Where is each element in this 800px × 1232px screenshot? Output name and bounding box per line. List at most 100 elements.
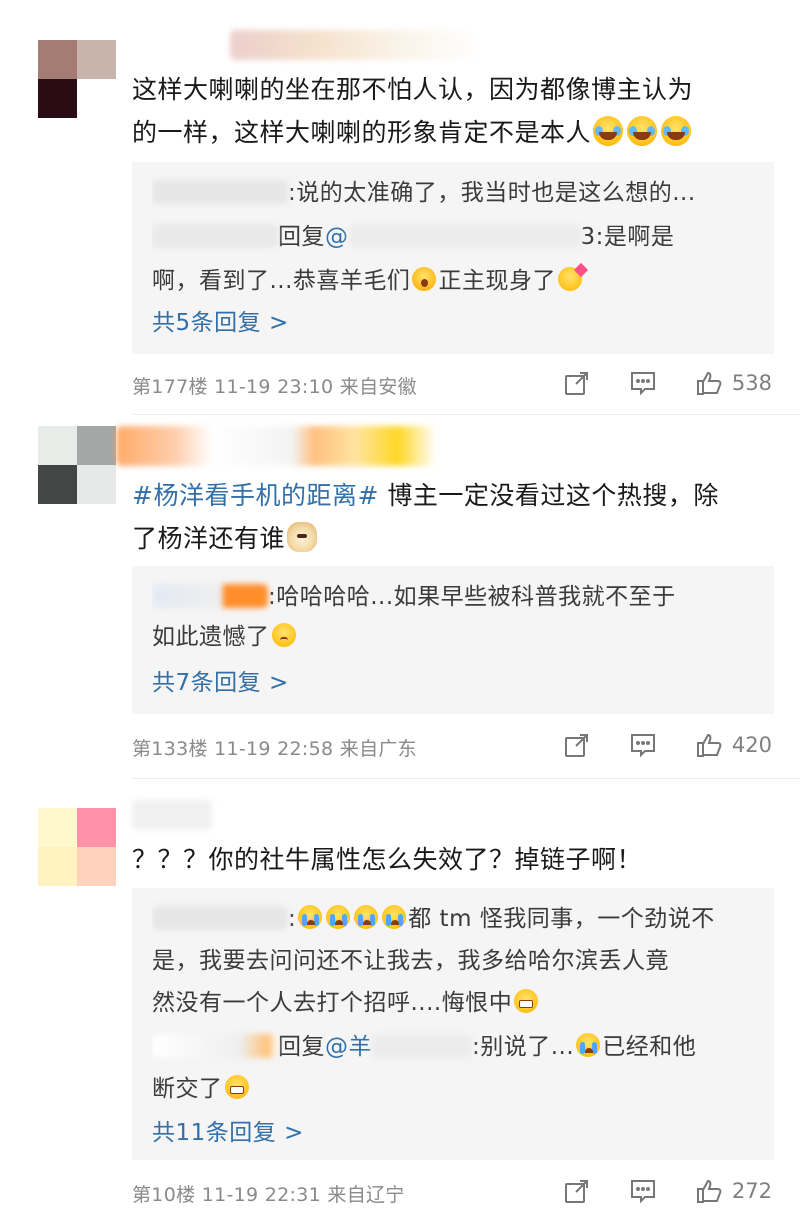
shock-emoji-icon bbox=[412, 267, 437, 291]
laugh-cry-emoji-icon bbox=[627, 116, 658, 146]
view-more-replies-link[interactable]: 共11条回复 > bbox=[152, 1112, 304, 1155]
timestamp: 11-19 23:10 bbox=[214, 376, 334, 398]
mention-link[interactable]: @ bbox=[325, 224, 349, 250]
like-count: 272 bbox=[731, 1179, 772, 1203]
comment-icon[interactable] bbox=[628, 1176, 658, 1206]
crying-emoji-icon bbox=[576, 1033, 601, 1057]
location: 来自安徽 bbox=[339, 376, 417, 398]
divider bbox=[132, 414, 800, 415]
reply-item-continued: 断交了 bbox=[152, 1068, 756, 1111]
laugh-cry-emoji-icon bbox=[593, 116, 624, 146]
reply-item[interactable]: :说的太准确了，我当时也是这么想的... bbox=[152, 172, 756, 215]
location: 来自广东 bbox=[339, 738, 417, 760]
doge-emoji-icon bbox=[287, 522, 318, 552]
reply-text: 是，我要去问问还不让我去，我多给哈尔滨丢人竟 bbox=[152, 948, 669, 974]
username-blurred[interactable] bbox=[116, 426, 436, 466]
avatar[interactable] bbox=[38, 40, 116, 118]
reply-text: 啊，看到了...恭喜羊毛们 bbox=[152, 268, 411, 294]
reply-item-continued: 啊，看到了...恭喜羊毛们 正主现身了 bbox=[152, 260, 756, 303]
reply-text: :说的太准确了，我当时也是这么想的... bbox=[288, 180, 696, 206]
reply-text: 已经和他 bbox=[602, 1034, 697, 1060]
comment-item: 这样大喇喇的坐在那不怕人认，因为都像博主认为 的一样，这样大喇喇的形象肯定不是本… bbox=[0, 0, 800, 416]
comment-item: ？？？你的社牛属性怎么失效了？掉链子啊！ : 都 tm 怪我同事，一个劲说不 是，… bbox=[0, 780, 800, 1232]
reply-username-blurred[interactable] bbox=[152, 180, 288, 204]
avatar[interactable] bbox=[38, 426, 116, 504]
action-bar: 420 bbox=[526, 730, 772, 760]
comment-item: #杨洋看手机的距离# 博主一定没看过这个热搜，除 了杨洋还有谁 :哈哈哈哈...… bbox=[0, 416, 800, 780]
username-blurred[interactable] bbox=[230, 30, 480, 60]
reply-item[interactable]: :哈哈哈哈...如果早些被科普我就不至于 bbox=[152, 576, 756, 619]
floor-number: 第133楼 bbox=[132, 738, 208, 760]
comment-text: 博主一定没看过这个热搜，除 bbox=[378, 481, 719, 510]
comment-icon[interactable] bbox=[628, 368, 658, 398]
location: 来自辽宁 bbox=[327, 1184, 405, 1206]
avatar[interactable] bbox=[38, 808, 116, 886]
reply-item[interactable]: 回复@ 3:是啊是 bbox=[152, 216, 756, 259]
timestamp: 11-19 22:58 bbox=[214, 738, 334, 760]
reply-username-blurred[interactable] bbox=[152, 224, 278, 248]
comment-meta: 第133楼 11-19 22:58 来自广东 bbox=[132, 734, 417, 761]
crying-emoji-icon bbox=[298, 905, 323, 929]
laugh-cry-emoji-icon bbox=[661, 116, 692, 146]
reply-item[interactable]: : 都 tm 怪我同事，一个劲说不 bbox=[152, 898, 756, 941]
reply-item-continued: 如此遗憾了 bbox=[152, 616, 756, 659]
reply-item-continued: 是，我要去问问还不让我去，我多给哈尔滨丢人竟 bbox=[152, 940, 756, 983]
sad-emoji-icon bbox=[271, 623, 296, 647]
timestamp: 11-19 22:31 bbox=[201, 1184, 322, 1206]
view-more-replies-link[interactable]: 共5条回复 > bbox=[152, 302, 289, 345]
floor-number: 第177楼 bbox=[132, 376, 208, 398]
reply-text: 正主现身了 bbox=[438, 268, 556, 294]
comment-meta: 第177楼 11-19 23:10 来自安徽 bbox=[132, 372, 417, 399]
comment-text-line: 的一样，这样大喇喇的形象肯定不是本人 bbox=[132, 111, 772, 154]
reply-text: 如此遗憾了 bbox=[152, 624, 270, 650]
like-count: 538 bbox=[731, 371, 772, 395]
reply-username-blurred[interactable] bbox=[152, 906, 288, 930]
username-blurred[interactable] bbox=[132, 800, 212, 830]
comment-text-line: #杨洋看手机的距离# 博主一定没看过这个热搜，除 bbox=[132, 474, 772, 517]
like-icon[interactable] bbox=[694, 730, 724, 760]
reply-item[interactable]: 回复@羊 :别说了... 已经和他 bbox=[152, 1026, 756, 1069]
reply-box[interactable]: :哈哈哈哈...如果早些被科普我就不至于 如此遗憾了 共7条回复 > bbox=[132, 566, 774, 714]
reply-prefix: 回复 bbox=[278, 224, 325, 250]
share-icon[interactable] bbox=[562, 730, 592, 760]
comment-body: 这样大喇喇的坐在那不怕人认，因为都像博主认为 的一样，这样大喇喇的形象肯定不是本… bbox=[132, 68, 772, 154]
crying-emoji-icon bbox=[382, 905, 407, 929]
action-bar: 538 bbox=[526, 368, 772, 398]
comment-text-line: 了杨洋还有谁 bbox=[132, 517, 772, 560]
comment-meta: 第10楼 11-19 22:31 来自辽宁 bbox=[132, 1180, 405, 1207]
hashtag-topic-link[interactable]: #杨洋看手机的距离# bbox=[132, 481, 379, 510]
reply-text: :别说了... bbox=[472, 1034, 575, 1060]
reply-text: 断交了 bbox=[152, 1076, 223, 1102]
floor-number: 第10楼 bbox=[132, 1184, 196, 1206]
comment-body: ？？？你的社牛属性怎么失效了？掉链子啊！ bbox=[132, 838, 772, 881]
mention-link[interactable]: @羊 bbox=[325, 1034, 372, 1060]
crying-emoji-icon bbox=[354, 905, 379, 929]
reply-username-blurred[interactable] bbox=[152, 1034, 278, 1058]
reply-text: : bbox=[288, 906, 297, 932]
comment-text-line: 这样大喇喇的坐在那不怕人认，因为都像博主认为 bbox=[132, 75, 694, 104]
share-icon[interactable] bbox=[562, 368, 592, 398]
reply-box[interactable]: :说的太准确了，我当时也是这么想的... 回复@ 3:是啊是 啊，看到了...恭喜… bbox=[132, 162, 774, 354]
like-icon[interactable] bbox=[694, 1176, 724, 1206]
view-more-replies-link[interactable]: 共7条回复 > bbox=[152, 662, 289, 705]
share-icon[interactable] bbox=[562, 1176, 592, 1206]
grimace-emoji-icon bbox=[224, 1075, 249, 1099]
comment-text-line: ？？？你的社牛属性怎么失效了？掉链子啊！ bbox=[132, 845, 643, 874]
reply-text: :哈哈哈哈...如果早些被科普我就不至于 bbox=[268, 584, 676, 610]
mention-username-blurred[interactable] bbox=[348, 224, 581, 248]
crying-emoji-icon bbox=[326, 905, 351, 929]
like-icon[interactable] bbox=[694, 368, 724, 398]
reply-text: 都 tm 怪我同事，一个劲说不 bbox=[408, 906, 715, 932]
like-count: 420 bbox=[731, 733, 772, 757]
reply-text: 然没有一个人去打个招呼....悔恨中 bbox=[152, 990, 513, 1016]
reply-item-continued: 然没有一个人去打个招呼....悔恨中 bbox=[152, 982, 756, 1025]
mention-username-blurred[interactable] bbox=[372, 1034, 472, 1058]
reply-text: 3:是啊是 bbox=[580, 224, 675, 250]
comment-body: #杨洋看手机的距离# 博主一定没看过这个热搜，除 了杨洋还有谁 bbox=[132, 474, 772, 560]
comment-text: 的一样，这样大喇喇的形象肯定不是本人 bbox=[132, 118, 592, 147]
reply-box[interactable]: :都 tm 怪我同事，一个劲说不 是，我要去问问还不让我去，我多给哈尔滨丢人竟 … bbox=[132, 888, 774, 1160]
comment-text: 了杨洋还有谁 bbox=[132, 524, 286, 553]
reply-username-blurred[interactable] bbox=[152, 584, 268, 608]
reply-prefix: 回复 bbox=[278, 1034, 325, 1060]
comment-icon[interactable] bbox=[628, 730, 658, 760]
